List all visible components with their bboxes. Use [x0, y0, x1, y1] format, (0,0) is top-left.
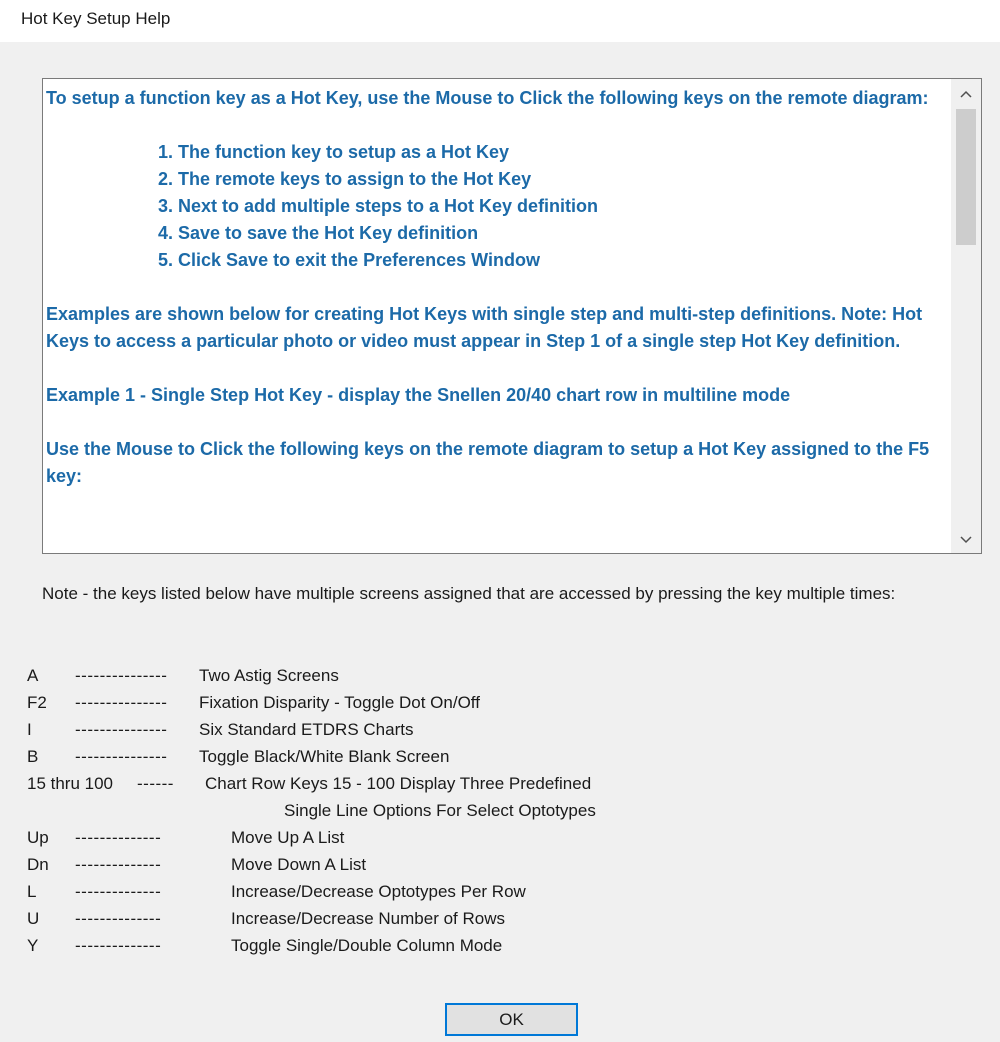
- title-bar: Hot Key Setup Help: [0, 0, 1000, 42]
- key-description: Chart Row Keys 15 - 100 Display Three Pr…: [205, 774, 592, 793]
- key-dashes: --------------: [75, 882, 162, 901]
- setup-step: 5. Click Save to exit the Preferences Wi…: [158, 250, 540, 270]
- setup-step: 4. Save to save the Hot Key definition: [158, 223, 479, 243]
- key-dashes: ---------------: [75, 720, 168, 739]
- key-name: A: [27, 666, 39, 685]
- help-intro: To setup a function key as a Hot Key, us…: [46, 88, 929, 108]
- window-title: Hot Key Setup Help: [21, 9, 171, 28]
- key-list-row: Y -------------- Toggle Single/Double Colu…: [27, 932, 947, 959]
- ok-button[interactable]: OK: [445, 1003, 578, 1036]
- key-list-row: Dn -------------- Move Down A List: [27, 851, 947, 878]
- key-dashes: --------------: [75, 936, 162, 955]
- key-name: 15 thru 100: [27, 774, 114, 793]
- key-dashes: ------: [137, 774, 174, 793]
- chevron-down-icon[interactable]: [951, 525, 981, 553]
- vertical-scrollbar[interactable]: [951, 79, 981, 553]
- setup-steps-list: 1. The function key to setup as a Hot Ke…: [46, 139, 946, 274]
- key-name: Y: [27, 936, 39, 955]
- key-list-row: I --------------- Six Standard ETDRS Chart…: [27, 716, 947, 743]
- key-dashes: --------------: [75, 828, 162, 847]
- key-description: Increase/Decrease Optotypes Per Row: [231, 882, 526, 901]
- setup-step: 3. Next to add multiple steps to a Hot K…: [158, 196, 599, 216]
- key-dashes: --------------: [75, 855, 162, 874]
- key-description: Fixation Disparity - Toggle Dot On/Off: [199, 693, 480, 712]
- key-dashes: ---------------: [75, 666, 168, 685]
- note-text: Note - the keys listed below have multip…: [42, 584, 896, 603]
- key-list-row: 15 thru 100 ------ Chart Row Keys 15 - 100…: [27, 770, 947, 797]
- key-description: Six Standard ETDRS Charts: [199, 720, 414, 739]
- key-list: A --------------- Two Astig Screens F2 -----…: [27, 662, 947, 959]
- key-name: U: [27, 909, 40, 928]
- key-list-row: Single Line Options For Select Optotypes: [27, 797, 947, 824]
- key-list-row: U -------------- Increase/Decrease Number …: [27, 905, 947, 932]
- setup-step: 2. The remote keys to assign to the Hot …: [158, 169, 532, 189]
- key-description: Move Down A List: [231, 855, 367, 874]
- key-description: Toggle Black/White Blank Screen: [199, 747, 450, 766]
- key-list-row: A --------------- Two Astig Screens: [27, 662, 947, 689]
- key-name: L: [27, 882, 37, 901]
- key-name: Dn: [27, 855, 49, 874]
- help-text-content: To setup a function key as a Hot Key, us…: [46, 85, 946, 490]
- setup-step: 1. The function key to setup as a Hot Ke…: [158, 142, 510, 162]
- key-description: Single Line Options For Select Optotypes: [284, 801, 596, 820]
- key-list-row: F2 --------------- Fixation Disparity - To…: [27, 689, 947, 716]
- key-dashes: ---------------: [75, 693, 168, 712]
- key-name: B: [27, 747, 39, 766]
- scroll-thumb[interactable]: [956, 109, 976, 245]
- key-description: Two Astig Screens: [199, 666, 339, 685]
- key-list-row: L -------------- Increase/Decrease Optotyp…: [27, 878, 947, 905]
- key-name: F2: [27, 693, 47, 712]
- note-section: Note - the keys listed below have multip…: [42, 580, 962, 607]
- key-description: Move Up A List: [231, 828, 345, 847]
- example-1-instructions: Use the Mouse to Click the following key…: [46, 439, 930, 486]
- key-dashes: --------------: [75, 909, 162, 928]
- examples-intro: Examples are shown below for creating Ho…: [46, 304, 923, 351]
- help-text-box[interactable]: To setup a function key as a Hot Key, us…: [42, 78, 982, 554]
- key-description: Increase/Decrease Number of Rows: [231, 909, 506, 928]
- key-name: Up: [27, 828, 49, 847]
- key-list-row: B --------------- Toggle Black/White Blank…: [27, 743, 947, 770]
- key-name: I: [27, 720, 32, 739]
- key-list-row: Up -------------- Move Up A List: [27, 824, 947, 851]
- key-dashes: ---------------: [75, 747, 168, 766]
- key-description: Toggle Single/Double Column Mode: [231, 936, 503, 955]
- example-1-title: Example 1 - Single Step Hot Key - displa…: [46, 385, 791, 405]
- chevron-up-icon[interactable]: [951, 79, 981, 107]
